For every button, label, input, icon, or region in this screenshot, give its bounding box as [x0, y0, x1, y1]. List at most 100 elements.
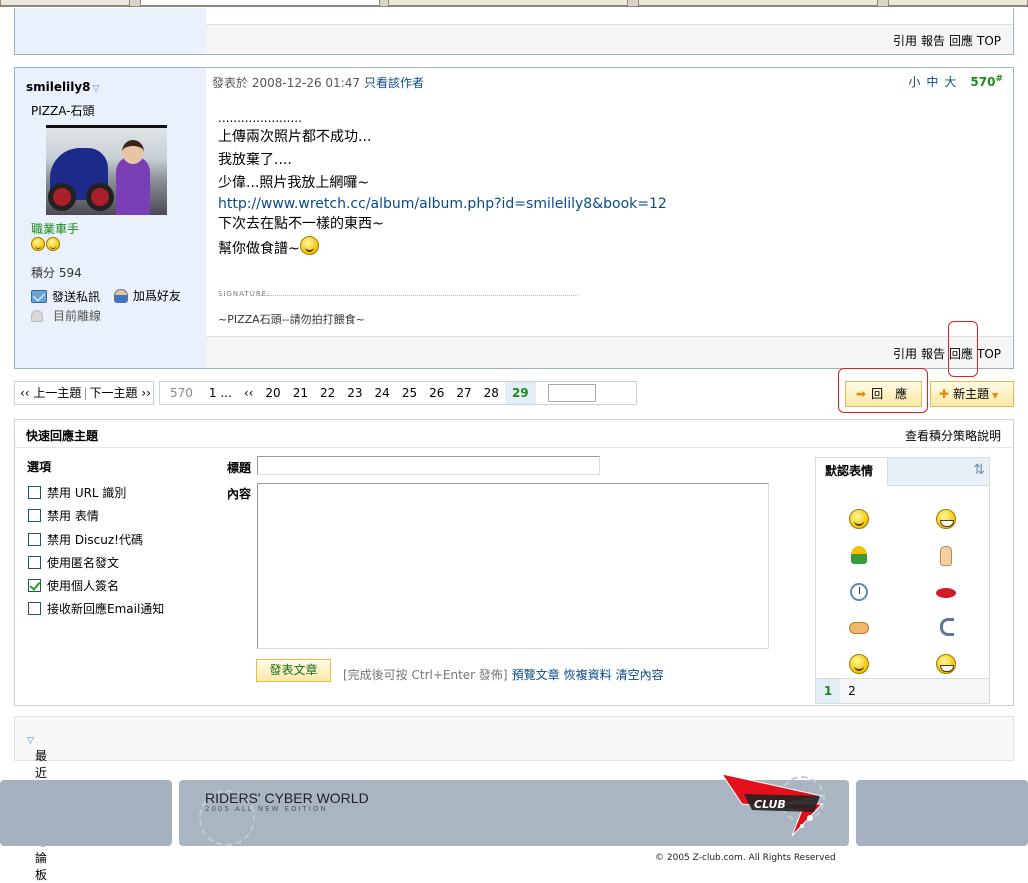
- post-content-panel: 發表於 2008-12-26 01:47 只看該作者 小中大 570# ......…: [206, 68, 1013, 368]
- handshake-emoticon-icon[interactable]: [849, 622, 869, 634]
- only-author-link[interactable]: 只看該作者: [364, 76, 424, 90]
- emoticon-pagination: 1 2: [816, 678, 989, 703]
- lips-emoticon-icon[interactable]: [936, 588, 956, 598]
- browser-tab[interactable]: [0, 0, 130, 6]
- page-link[interactable]: 26: [423, 382, 450, 404]
- page-link[interactable]: 20: [259, 382, 286, 404]
- tab-default-emoticons[interactable]: 默認表情: [816, 458, 888, 486]
- report-link[interactable]: 報告: [921, 347, 945, 361]
- page-link[interactable]: 21: [287, 382, 314, 404]
- chevron-down-icon[interactable]: ▼: [992, 391, 998, 400]
- option-disable-url[interactable]: 禁用 URL 識別: [28, 484, 126, 501]
- top-link[interactable]: TOP: [977, 347, 1001, 361]
- send-pm-link[interactable]: 發送私訊: [31, 288, 100, 305]
- zclub-logo-icon[interactable]: CLUB: [722, 774, 832, 836]
- quote-link[interactable]: 引用: [893, 347, 917, 361]
- checkbox[interactable]: [28, 602, 41, 615]
- browser-tab[interactable]: [888, 0, 1028, 6]
- submit-button[interactable]: 發表文章: [256, 659, 331, 682]
- emoticon-tabs: 默認表情 ⇅: [816, 458, 989, 486]
- checkbox[interactable]: [28, 556, 41, 569]
- grin-emoticon-icon[interactable]: [936, 509, 956, 529]
- phone-emoticon-icon[interactable]: [940, 618, 954, 636]
- font-small-link[interactable]: 小: [908, 75, 920, 89]
- option-disable-smilies[interactable]: 禁用 表情: [28, 507, 99, 524]
- restore-link[interactable]: 恢複資料: [564, 668, 612, 682]
- expand-toggle-icon[interactable]: ⇅: [973, 462, 985, 478]
- wheel-graphic: [48, 183, 76, 211]
- page-link[interactable]: 28: [478, 382, 505, 404]
- recent-forums-label[interactable]: 最近瀏覽的討論板▽: [25, 732, 47, 882]
- add-friend-link[interactable]: 加爲好友: [113, 287, 181, 304]
- browser-tab[interactable]: [388, 0, 628, 6]
- preview-link[interactable]: 預覽文章: [512, 668, 560, 682]
- post-actions: 引用 報告 回應 TOP: [889, 32, 1001, 49]
- total-posts: 570: [170, 386, 193, 400]
- option-email-notify[interactable]: 接收新回應Email通知: [28, 600, 164, 617]
- option-anonymous[interactable]: 使用匿名發文: [28, 554, 119, 571]
- avatar[interactable]: [46, 125, 167, 215]
- emoticon-page-link[interactable]: 2: [840, 679, 864, 703]
- offline-user-icon: [31, 309, 43, 322]
- post-line: 幫你做食譜~: [218, 241, 300, 257]
- author-name[interactable]: smilelily8 ▽: [26, 80, 99, 94]
- subject-input[interactable]: [257, 456, 600, 475]
- highlight-annotation: [948, 321, 978, 377]
- credit-policy-link[interactable]: 查看積分策略說明: [905, 427, 1001, 444]
- page-link[interactable]: 27: [450, 382, 477, 404]
- page-link[interactable]: 24: [369, 382, 396, 404]
- signature-label: SIGNATURE:: [218, 290, 271, 298]
- chevron-down-icon[interactable]: ▽: [93, 84, 100, 94]
- posted-at-label: 發表於: [212, 76, 249, 90]
- laugh-emoticon-icon[interactable]: [936, 654, 956, 674]
- smile-emoticon-icon[interactable]: [849, 509, 869, 529]
- rank-stars: [31, 236, 61, 251]
- next-topic-link[interactable]: 下一主題 ››: [89, 386, 150, 400]
- checkbox[interactable]: [28, 509, 41, 522]
- new-topic-button[interactable]: ✚ 新主題 ▼: [930, 381, 1014, 407]
- next-topic-label: 下一主題: [89, 386, 138, 400]
- option-disable-bbcode[interactable]: 禁用 Discuz!代碼: [28, 531, 143, 548]
- top-link[interactable]: TOP: [977, 34, 1001, 48]
- page-back[interactable]: ‹‹: [238, 382, 260, 404]
- footer-title: RIDERS' CYBER WORLD: [205, 790, 369, 806]
- signature-divider: [258, 295, 578, 296]
- page-link[interactable]: 23: [341, 382, 368, 404]
- browser-tab-active[interactable]: [140, 0, 380, 6]
- browser-tab[interactable]: [638, 0, 878, 6]
- checkbox-checked[interactable]: [28, 579, 41, 592]
- pagination: 570 1 ... ‹‹ 20 21 22 23 24 25 26 27 28 …: [159, 381, 637, 405]
- subject-label: 標題: [227, 461, 252, 475]
- page-first[interactable]: 1 ...: [203, 382, 238, 404]
- checkbox[interactable]: [28, 533, 41, 546]
- content-textarea[interactable]: [257, 483, 769, 649]
- page-link[interactable]: 22: [314, 382, 341, 404]
- option-use-signature[interactable]: 使用個人簽名: [28, 577, 119, 594]
- album-link[interactable]: http://www.wretch.cc/album/album.php?id=…: [218, 196, 667, 212]
- page-jump-input[interactable]: [547, 384, 596, 402]
- reply-link[interactable]: 回應: [949, 34, 973, 48]
- previous-post-footer: 引用 報告 回應 TOP: [206, 24, 1013, 54]
- victory-hand-emoticon-icon[interactable]: [940, 546, 952, 566]
- smile-emoticon-icon[interactable]: [849, 654, 869, 674]
- checkbox[interactable]: [28, 486, 41, 499]
- clock-emoticon-icon[interactable]: [850, 583, 868, 601]
- prev-topic-link[interactable]: ‹‹ 上一主題: [20, 386, 81, 400]
- floor-number-text: 570: [970, 75, 996, 89]
- font-large-link[interactable]: 大: [944, 75, 956, 89]
- submit-hint-text: [完成後可按 Ctrl+Enter 發佈]: [343, 668, 508, 682]
- report-link[interactable]: 報告: [921, 34, 945, 48]
- clear-link[interactable]: 清空內容: [616, 668, 664, 682]
- reply-button[interactable]: ➡ 回 應: [845, 381, 922, 407]
- recent-forums[interactable]: 最近瀏覽的討論板▽: [14, 716, 1014, 882]
- author-name-text[interactable]: smilelily8: [26, 80, 91, 94]
- page-link[interactable]: 25: [396, 382, 423, 404]
- person-emoticon-icon[interactable]: [851, 546, 867, 564]
- post-line: 少偉...照片我放上網囉~: [218, 175, 370, 191]
- rank-smiley-icon: [46, 236, 60, 251]
- chevron-down-icon[interactable]: ▽: [27, 736, 34, 746]
- font-medium-link[interactable]: 中: [926, 75, 938, 89]
- person-head-graphic: [122, 140, 144, 164]
- floor-number[interactable]: 570#: [964, 74, 1003, 89]
- quote-link[interactable]: 引用: [893, 34, 917, 48]
